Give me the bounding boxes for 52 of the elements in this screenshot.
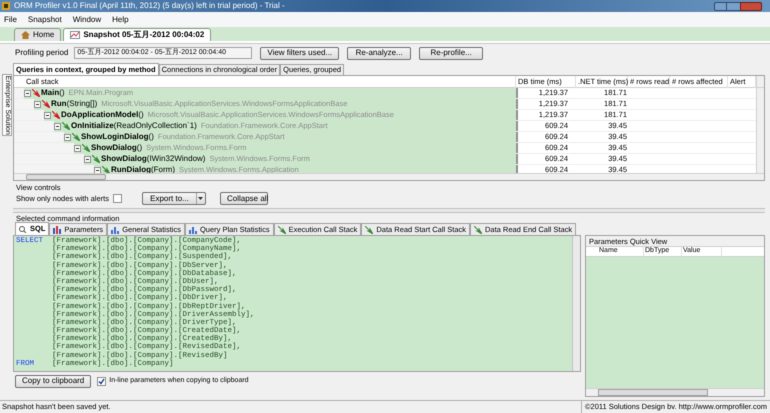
button[interactable]: Re-profile... — [419, 46, 484, 60]
profiling-period-label: Profiling period — [15, 47, 68, 59]
magnifier-icon — [19, 225, 27, 233]
arrow-icon — [278, 226, 286, 234]
method-name: Run(String[]) — [51, 98, 98, 110]
menu-item[interactable]: Help — [112, 14, 129, 26]
expander-icon[interactable] — [64, 134, 71, 140]
scrollbar-thumb[interactable] — [598, 389, 708, 396]
chart-icon — [70, 31, 80, 39]
bar-chart-icon — [111, 226, 120, 234]
checkbox[interactable] — [97, 376, 106, 386]
method-name: OnInitialize(ReadOnlyCollection`1) — [71, 120, 197, 132]
expander-icon[interactable] — [34, 100, 41, 108]
window-title: ORM Profiler v1.0 Final (April 11th, 2012) (5 day(s) left in trial period) - Trial - — [14, 0, 285, 12]
app-icon — [2, 2, 10, 10]
method-name: ShowLoginDialog() — [81, 131, 154, 143]
house-icon — [21, 31, 30, 39]
menu-item[interactable]: Snapshot — [28, 14, 62, 26]
method-name: ShowDialog() — [91, 142, 142, 154]
expander-icon[interactable] — [74, 144, 81, 152]
expander-icon[interactable] — [44, 112, 51, 118]
method-name: DoApplicationModel() — [61, 109, 144, 121]
sql-editor[interactable] — [13, 235, 581, 372]
menu-item[interactable]: File — [4, 14, 17, 26]
scrollbar[interactable] — [572, 236, 580, 371]
bar-chart-icon — [188, 226, 197, 234]
scrollbar-thumb[interactable] — [26, 174, 106, 180]
expander-icon[interactable] — [24, 90, 31, 96]
minimize-button[interactable] — [714, 2, 727, 10]
button[interactable]: Re-analyze... — [347, 46, 412, 60]
scrollbar[interactable] — [756, 88, 764, 173]
checkbox[interactable] — [112, 194, 122, 203]
button[interactable]: Collapse all — [220, 192, 268, 205]
method-name: ShowDialog(IWin32Window) — [101, 153, 206, 165]
maximize-button[interactable] — [727, 2, 740, 10]
caret-icon — [198, 197, 204, 200]
expander-icon[interactable] — [84, 156, 91, 162]
scrollbar[interactable] — [756, 76, 764, 87]
expander-icon[interactable] — [54, 122, 61, 130]
button[interactable]: View filters used... — [260, 46, 340, 60]
button[interactable]: Copy to clipboard — [15, 374, 92, 388]
expander-icon[interactable] — [94, 166, 101, 174]
arrow-icon — [365, 226, 374, 234]
dropdown-button[interactable]: Export to... — [142, 192, 206, 205]
document-tab[interactable]: Home — [14, 28, 62, 41]
arrow-icon — [474, 226, 482, 234]
close-button[interactable] — [740, 2, 762, 10]
bar-chart-icon — [53, 226, 62, 234]
method-name: RunDialog(Form) — [111, 164, 175, 176]
method-name: Main() — [41, 87, 65, 99]
document-tab[interactable]: Snapshot 05-五月-2012 00:04:02 — [63, 28, 212, 41]
menu-item[interactable]: Window — [72, 14, 102, 26]
